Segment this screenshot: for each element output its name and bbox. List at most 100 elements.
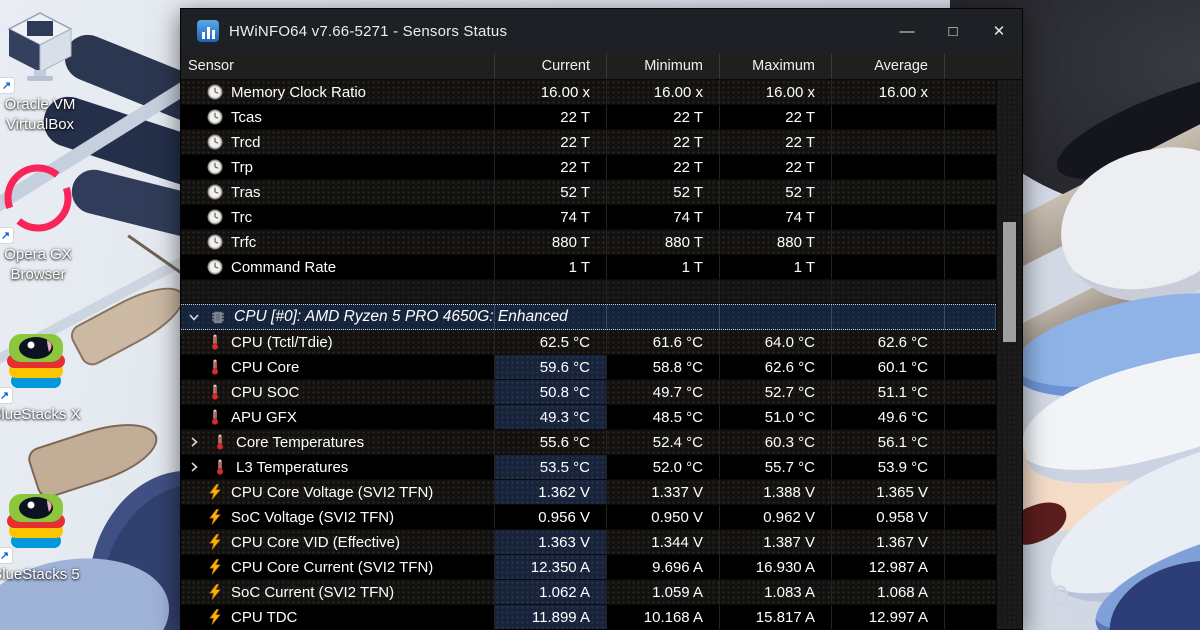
table-row[interactable]: CPU Core59.6 °C58.8 °C62.6 °C60.1 °C [181, 355, 996, 380]
table-row[interactable]: L3 Temperatures53.5 °C52.0 °C55.7 °C53.9… [181, 455, 996, 480]
window-title: HWiNFO64 v7.66-5271 - Sensors Status [229, 23, 507, 40]
table-row[interactable]: SoC Voltage (SVI2 TFN)0.956 V0.950 V0.96… [181, 505, 996, 530]
column-header-minimum[interactable]: Minimum [607, 53, 720, 79]
desktop-icon-bluestacks-5[interactable]: ↗ BlueStacks 5 [0, 490, 86, 585]
clock-icon [207, 209, 223, 225]
desktop-icon-label: BlueStacks X [0, 405, 86, 425]
minimum-value: 1.059 A [607, 584, 719, 601]
maximum-value: 16.930 A [720, 559, 831, 576]
hwinfo-window: HWiNFO64 v7.66-5271 - Sensors Status — □… [180, 8, 1023, 630]
average-value: 49.6 °C [832, 409, 944, 426]
maximum-value: 22 T [720, 159, 831, 176]
maximum-value: 74 T [720, 209, 831, 226]
desktop-icon-bluestacks-x[interactable]: ↗ BlueStacks X [0, 330, 86, 425]
desktop-icon-oracle-vm-virtualbox[interactable]: ↗ Oracle VM VirtualBox [0, 10, 90, 136]
table-row[interactable]: CPU Core Current (SVI2 TFN)12.350 A9.696… [181, 555, 996, 580]
sensor-label: Command Rate [231, 259, 336, 276]
minimum-value: 52.0 °C [607, 459, 719, 476]
table-row[interactable]: Memory Clock Ratio16.00 x16.00 x16.00 x1… [181, 80, 996, 105]
scrollbar-thumb[interactable] [1003, 222, 1016, 342]
sensor-label: CPU Core Voltage (SVI2 TFN) [231, 484, 433, 501]
average-value: 51.1 °C [832, 384, 944, 401]
hwinfo-app-icon [197, 20, 219, 42]
maximize-button[interactable]: □ [930, 9, 976, 53]
current-value: 1.362 V [495, 484, 606, 501]
sensor-label: APU GFX [231, 409, 297, 426]
current-value: 74 T [495, 209, 606, 226]
clock-icon [207, 234, 223, 250]
minimum-value: 1 T [607, 259, 719, 276]
maximum-value: 52.7 °C [720, 384, 831, 401]
column-header-sensor[interactable]: Sensor [181, 53, 495, 79]
sensor-label: CPU (Tctl/Tdie) [231, 334, 333, 351]
current-value: 62.5 °C [495, 334, 606, 351]
minimum-value: 52.4 °C [607, 434, 719, 451]
sensor-label: Trc [231, 209, 252, 226]
sensor-label: CPU Core [231, 359, 299, 376]
shortcut-arrow-icon: ↗ [0, 388, 12, 403]
table-row[interactable]: Trc74 T74 T74 T [181, 205, 996, 230]
current-value: 55.6 °C [495, 434, 606, 451]
column-header-maximum[interactable]: Maximum [720, 53, 832, 79]
sensor-table: Memory Clock Ratio16.00 x16.00 x16.00 x1… [181, 80, 1022, 629]
desktop-icon-label: BlueStacks 5 [0, 565, 86, 585]
minimum-value: 61.6 °C [607, 334, 719, 351]
column-header-current[interactable]: Current [495, 53, 607, 79]
average-value: 1.068 A [832, 584, 944, 601]
table-row[interactable]: APU GFX49.3 °C48.5 °C51.0 °C49.6 °C [181, 405, 996, 430]
sensor-label: SoC Current (SVI2 TFN) [231, 584, 394, 601]
section-header-row[interactable]: CPU [#0]: AMD Ryzen 5 PRO 4650G: Enhance… [181, 304, 996, 330]
lightning-icon [207, 484, 223, 500]
column-header-filler [945, 53, 1022, 79]
sensor-label: Core Temperatures [236, 434, 364, 451]
maximum-value: 1 T [720, 259, 831, 276]
maximum-value: 1.388 V [720, 484, 831, 501]
table-row[interactable]: Trp22 T22 T22 T [181, 155, 996, 180]
clock-icon [207, 134, 223, 150]
titlebar[interactable]: HWiNFO64 v7.66-5271 - Sensors Status — □… [181, 9, 1022, 53]
table-row[interactable]: CPU SOC50.8 °C49.7 °C52.7 °C51.1 °C [181, 380, 996, 405]
table-row[interactable]: Tras52 T52 T52 T [181, 180, 996, 205]
table-row[interactable]: Core Temperatures55.6 °C52.4 °C60.3 °C56… [181, 430, 996, 455]
sensor-label: CPU TDC [231, 609, 297, 626]
minimum-value: 74 T [607, 209, 719, 226]
average-value: 1.367 V [832, 534, 944, 551]
close-button[interactable]: ✕ [976, 9, 1022, 53]
current-value: 49.3 °C [495, 409, 606, 426]
table-row[interactable]: SoC Current (SVI2 TFN)1.062 A1.059 A1.08… [181, 580, 996, 605]
table-row[interactable]: CPU Core Voltage (SVI2 TFN)1.362 V1.337 … [181, 480, 996, 505]
current-value: 22 T [495, 134, 606, 151]
table-row[interactable]: Trfc880 T880 T880 T [181, 230, 996, 255]
average-value: 60.1 °C [832, 359, 944, 376]
column-header-average[interactable]: Average [832, 53, 945, 79]
table-row[interactable]: CPU TDC11.899 A10.168 A15.817 A12.997 A [181, 605, 996, 629]
chevron-right-icon[interactable] [188, 460, 202, 474]
sensor-label: Trp [231, 159, 253, 176]
opera-gx-icon: ↗ [0, 160, 76, 241]
chip-icon [210, 309, 226, 325]
chevron-down-icon[interactable] [188, 310, 202, 324]
table-row[interactable]: CPU (Tctl/Tdie)62.5 °C61.6 °C64.0 °C62.6… [181, 330, 996, 355]
table-scrollbar[interactable] [996, 80, 1022, 629]
current-value: 22 T [495, 109, 606, 126]
thermo-icon [212, 459, 228, 475]
table-row[interactable]: Command Rate1 T1 T1 T [181, 255, 996, 280]
table-row[interactable]: Trcd22 T22 T22 T [181, 130, 996, 155]
chevron-right-icon[interactable] [188, 435, 202, 449]
desktop-icon-opera-gx-browser[interactable]: ↗ Opera GX Browser [0, 160, 88, 286]
minimum-value: 52 T [607, 184, 719, 201]
average-value: 12.997 A [832, 609, 944, 626]
minimize-button[interactable]: — [884, 9, 930, 53]
maximum-value: 22 T [720, 109, 831, 126]
shortcut-arrow-icon: ↗ [0, 228, 13, 243]
sensor-label: CPU Core Current (SVI2 TFN) [231, 559, 433, 576]
current-value: 1 T [495, 259, 606, 276]
column-header-row: Sensor Current Minimum Maximum Average [181, 53, 1022, 80]
current-value: 880 T [495, 234, 606, 251]
sensor-label: SoC Voltage (SVI2 TFN) [231, 509, 394, 526]
minimum-value: 22 T [607, 159, 719, 176]
table-row[interactable]: CPU Core VID (Effective)1.363 V1.344 V1.… [181, 530, 996, 555]
virtualbox-icon: ↗ [1, 10, 79, 91]
table-row[interactable]: Tcas22 T22 T22 T [181, 105, 996, 130]
maximum-value: 1.083 A [720, 584, 831, 601]
